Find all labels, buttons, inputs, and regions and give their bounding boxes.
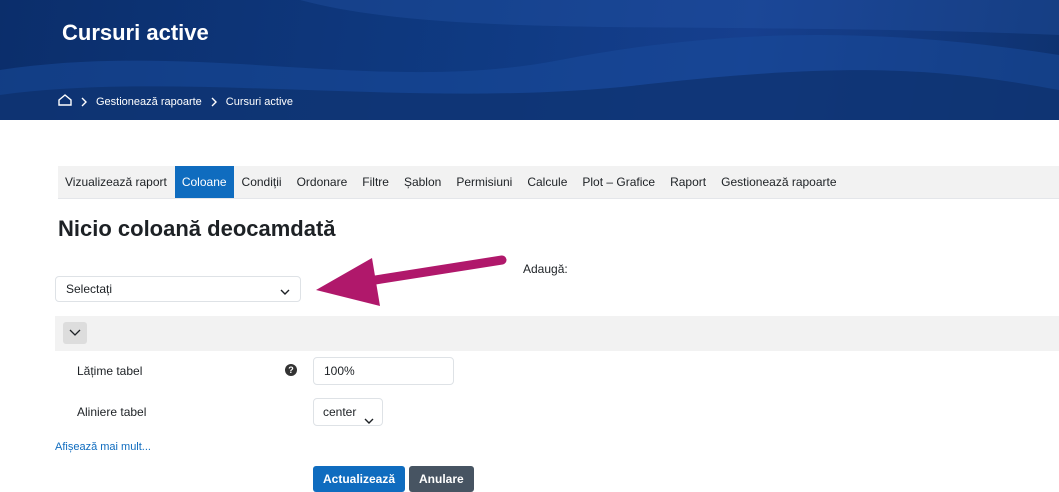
tab-view-report[interactable]: Vizualizează raport	[58, 166, 174, 198]
chevron-down-icon	[69, 329, 81, 336]
chevron-down-icon	[280, 285, 290, 299]
annotation-arrow-icon	[316, 255, 507, 306]
table-align-select[interactable]: center	[313, 398, 383, 426]
breadcrumb-item-current[interactable]: Cursuri active	[226, 96, 293, 108]
help-icon[interactable]: ?	[285, 364, 297, 376]
collapse-toggle-button[interactable]	[63, 322, 87, 344]
tab-calculations[interactable]: Calcule	[520, 166, 575, 198]
add-label: Adaugă:	[523, 262, 568, 276]
page-title: Cursuri active	[62, 20, 209, 45]
breadcrumb-item-manage-reports[interactable]: Gestionează rapoarte	[96, 96, 202, 108]
chevron-down-icon	[364, 408, 374, 434]
tab-manage-reports[interactable]: Gestionează rapoarte	[714, 166, 844, 198]
page-header-banner: Cursuri active Gestionează rapoarte Curs…	[0, 0, 1059, 120]
section-heading: Nicio coloană deocamdată	[58, 216, 336, 241]
cancel-button[interactable]: Anulare	[409, 466, 474, 492]
show-more-link[interactable]: Afișează mai mult...	[55, 441, 151, 453]
table-width-input[interactable]: 100%	[313, 357, 454, 385]
options-section-bar	[55, 316, 1059, 351]
tab-permissions[interactable]: Permisiuni	[449, 166, 520, 198]
breadcrumb: Gestionează rapoarte Cursuri active	[58, 94, 293, 109]
column-select[interactable]: Selectați	[55, 276, 301, 302]
breadcrumb-separator-icon	[80, 97, 88, 107]
tab-filters[interactable]: Filtre	[355, 166, 396, 198]
tab-conditions[interactable]: Condiții	[234, 166, 289, 198]
tab-template[interactable]: Șablon	[396, 166, 449, 198]
table-width-label: Lățime tabel	[77, 364, 143, 378]
tab-plot-charts[interactable]: Plot – Grafice	[575, 166, 663, 198]
tab-columns[interactable]: Coloane	[174, 166, 234, 198]
home-icon[interactable]	[58, 94, 72, 109]
update-button[interactable]: Actualizează	[313, 466, 406, 492]
report-tabs: Vizualizează raport Coloane Condiții Ord…	[58, 166, 1059, 199]
table-align-label: Aliniere tabel	[77, 405, 147, 419]
tab-report[interactable]: Raport	[663, 166, 714, 198]
column-select-value: Selectați	[66, 282, 113, 296]
tab-ordering[interactable]: Ordonare	[289, 166, 355, 198]
table-align-value: center	[323, 405, 357, 419]
breadcrumb-separator-icon	[210, 97, 218, 107]
